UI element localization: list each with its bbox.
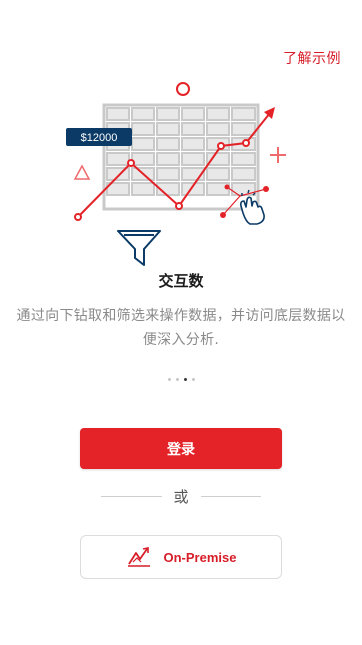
divider-line — [101, 496, 162, 497]
data-grid — [102, 103, 260, 211]
triangle-icon — [73, 164, 91, 180]
page-dot-active[interactable] — [183, 378, 187, 381]
interactive-data-illustration: $12000 — [66, 82, 286, 266]
plus-icon — [270, 147, 286, 163]
slide-title: 交互数 — [158, 272, 204, 290]
page-dot[interactable] — [175, 378, 179, 381]
page-dot[interactable] — [167, 378, 171, 381]
circle-icon — [176, 82, 190, 96]
slide-description: 通过向下钻取和筛选来操作数据，并访问底层数据以便深入分析. — [16, 308, 346, 348]
on-premise-label: On-Premise — [163, 549, 237, 565]
price-label: $12000 — [81, 132, 118, 144]
page-dot[interactable] — [191, 378, 195, 381]
login-button[interactable]: 登录 — [80, 428, 282, 469]
page-indicator — [0, 378, 362, 381]
on-premise-button[interactable]: On-Premise — [80, 535, 282, 579]
trend-chart-icon — [127, 547, 150, 567]
filter-funnel-icon — [117, 230, 161, 266]
price-tag: $12000 — [66, 128, 132, 146]
divider-line — [200, 496, 262, 497]
or-label: 或 — [173, 488, 189, 506]
or-divider: 或 — [101, 486, 262, 507]
